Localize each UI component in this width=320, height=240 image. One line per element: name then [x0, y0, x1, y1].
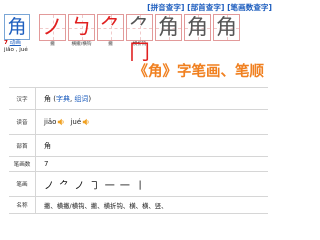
row-label: 笔画: [9, 172, 36, 196]
pinyin-lookup-link[interactable]: [拼音查字]: [147, 3, 184, 12]
stroke-new: ⺈: [100, 15, 121, 39]
stroke-step: ⺈ 撇: [96, 14, 125, 48]
stroke-step: ノ 撇: [38, 14, 67, 48]
stroke-new: 角: [216, 15, 237, 39]
stroke-grid: ⺈: [97, 14, 124, 41]
radical-lookup-link[interactable]: [部首查字]: [187, 3, 224, 12]
stroke-grid: ⺈冂: [126, 14, 153, 64]
table-row: 笔画数 7: [9, 157, 268, 172]
stroke-new: ㄅ: [71, 15, 92, 39]
row-label: 名称: [9, 197, 36, 213]
stroke-steps: ノ 撇 ㄅ 横撇/横钩 ⺈ 撇 ⺈冂 横折钩 角 角 角: [38, 14, 241, 64]
row-value: 7: [44, 160, 49, 168]
stroke-grid: ㄅ: [68, 14, 95, 41]
stroke-sequence: ノ ⺈ ノ ㇆ 一 一 丨: [44, 180, 147, 192]
character-pinyin: jiǎo , jué: [4, 47, 28, 53]
stroke-grid: 角: [184, 14, 211, 41]
table-row: 部首 角: [9, 135, 268, 157]
row-label: 汉字: [9, 88, 36, 109]
stroke-names: 撇、横撇/横钩、撇、横折钩、横、横、竖、: [44, 201, 168, 210]
word-group-link[interactable]: 组词: [74, 94, 88, 104]
stroke-new: 角: [158, 15, 179, 39]
speaker-icon[interactable]: [57, 118, 65, 126]
stroke-step: ㄅ 横撇/横钩: [67, 14, 96, 48]
table-row: 名称 撇、横撇/横钩、撇、横折钩、横、横、竖、: [9, 197, 268, 214]
stroke-count-lookup-link[interactable]: [笔画数查字]: [227, 3, 272, 12]
stroke-step: ⺈冂 横折钩: [125, 14, 154, 64]
stroke-new: 冂: [129, 40, 150, 64]
stroke-step-label: 撇: [108, 42, 113, 47]
stroke-grid: 角: [155, 14, 182, 41]
stroke-step-label: 撇: [50, 42, 55, 47]
animation-link[interactable]: 动画: [10, 40, 21, 46]
stroke-new: 角: [187, 15, 208, 39]
row-value: 角: [44, 141, 51, 150]
character-meta: 7 动画 jiǎo , jué: [4, 40, 28, 54]
stroke-order-panel: 角 7 动画 jiǎo , jué ノ 撇 ㄅ 横撇/横钩 ⺈ 撇 ⺈冂 横折钩…: [4, 14, 241, 64]
table-row: 笔画 ノ ⺈ ノ ㇆ 一 一 丨: [9, 172, 268, 197]
reading-jue: jué: [70, 118, 82, 126]
row-label: 部首: [9, 135, 36, 156]
table-row: 读音 jiǎo jué: [9, 110, 268, 135]
row-label: 读音: [9, 110, 36, 134]
stroke-step: 角: [154, 14, 183, 48]
stroke-step: 角: [183, 14, 212, 48]
stroke-step-label: 横撇/横钩: [71, 42, 92, 47]
row-value: jiǎo jué: [36, 118, 95, 126]
row-value: 角 (字典, 组词): [44, 94, 92, 104]
character-preview: 角 7 动画 jiǎo , jué: [4, 14, 30, 53]
top-links: [拼音查字] [部首查字] [笔画数查字]: [0, 2, 272, 13]
stroke-grid: ノ: [39, 14, 66, 41]
character-info-table: 汉字 角 (字典, 组词) 读音 jiǎo jué 部首 角 笔画数 7 笔画 …: [9, 87, 268, 214]
stroke-new: ノ: [42, 15, 63, 39]
page-title: 《角》字笔画、笔顺: [133, 64, 265, 80]
speaker-icon[interactable]: [82, 118, 90, 126]
stroke-grid: 角: [213, 14, 240, 41]
dictionary-link[interactable]: 字典: [56, 94, 70, 104]
table-row: 汉字 角 (字典, 组词): [9, 88, 268, 110]
stroke-step: 角: [212, 14, 241, 48]
stroke-count-badge: 7: [4, 40, 8, 46]
reading-jiao: jiǎo: [44, 118, 57, 126]
character-box: 角: [4, 14, 30, 40]
row-label: 笔画数: [9, 157, 36, 171]
